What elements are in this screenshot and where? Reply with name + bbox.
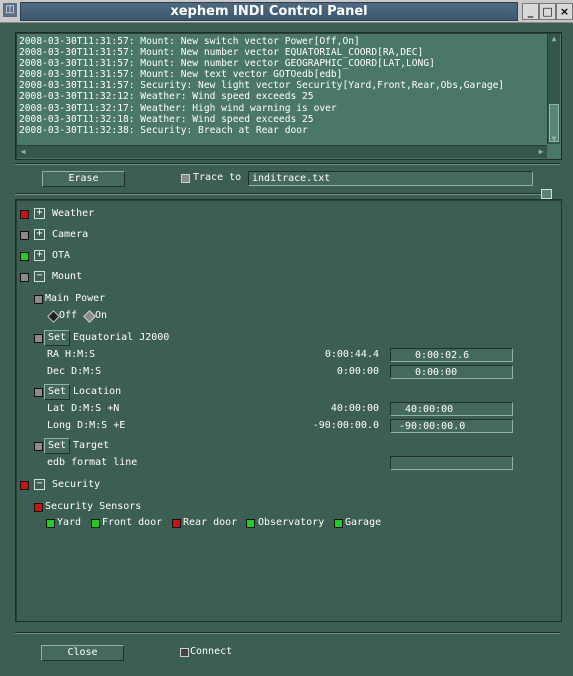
erase-button[interactable]: Erase [42, 171, 125, 187]
dec-current-value: 0:00:00 [336, 366, 379, 377]
ra-input[interactable]: 0:00:02.6 [390, 348, 513, 362]
garage-label: Garage [345, 517, 382, 528]
camera-status-led [20, 231, 29, 240]
lat-label: Lat D:M:S +N [47, 403, 120, 414]
log-line: 2008-03-30T11:31:57: Security: New light… [19, 80, 505, 92]
long-current-value: -90:00:00.0 [312, 420, 379, 431]
separator [15, 163, 560, 165]
power-off-label: Off [59, 310, 78, 321]
window-title: xephem INDI Control Panel [170, 4, 368, 19]
long-label: Long D:M:S +E [47, 420, 126, 431]
ra-current-value: 0:00:44.4 [324, 349, 379, 360]
device-mount-label: Mount [52, 271, 83, 282]
scroll-left-icon[interactable]: ◀ [18, 147, 28, 157]
camera-expand-icon[interactable]: + [34, 229, 45, 240]
scroll-right-icon[interactable]: ▶ [536, 147, 546, 157]
dec-input[interactable]: 0:00:00 [390, 365, 513, 379]
sensors-status-led [34, 503, 43, 512]
dec-label: Dec D:M:S [47, 366, 102, 377]
mount-collapse-icon[interactable]: − [34, 271, 45, 282]
pane-sash-handle[interactable] [541, 189, 552, 199]
log-line: 2008-03-30T11:31:57: Mount: New text vec… [19, 69, 343, 81]
log-lines: 2008-03-30T11:31:57: Mount: New switch v… [19, 36, 544, 140]
rear-door-label: Rear door [183, 517, 238, 528]
security-status-led [20, 481, 29, 490]
close-button[interactable]: Close [41, 645, 124, 661]
location-label: Location [73, 386, 122, 397]
scroll-down-icon[interactable]: ▼ [549, 134, 559, 144]
log-vertical-scrollbar[interactable]: ▲ ▼ [547, 34, 560, 144]
long-input[interactable]: -90:00:00.0 [390, 419, 513, 433]
connect-checkbox[interactable] [180, 648, 189, 657]
title-area[interactable]: xephem INDI Control Panel [20, 2, 518, 21]
separator [15, 632, 560, 634]
separator [15, 193, 545, 195]
lat-input[interactable]: 40:00:00 [390, 402, 513, 416]
observatory-light [246, 519, 255, 528]
edb-label: edb format line [47, 457, 138, 468]
security-collapse-icon[interactable]: − [34, 479, 45, 490]
trace-label: Trace to [193, 172, 242, 183]
device-weather-label: Weather [52, 208, 95, 219]
log-line: 2008-03-30T11:31:57: Mount: New number v… [19, 47, 424, 59]
security-sensors-label: Security Sensors [45, 501, 142, 512]
device-camera-label: Camera [52, 229, 89, 240]
weather-status-led [20, 210, 29, 219]
mount-status-led [20, 273, 29, 282]
connect-label: Connect [190, 646, 233, 657]
close-window-button[interactable]: × [556, 3, 573, 20]
location-status-led [34, 388, 43, 397]
target-status-led [34, 442, 43, 451]
rear-door-light [172, 519, 181, 528]
trace-checkbox[interactable] [181, 174, 190, 183]
equatorial-label: Equatorial J2000 [73, 332, 170, 343]
message-log[interactable]: 2008-03-30T11:31:57: Mount: New switch v… [15, 32, 562, 160]
log-line: 2008-03-30T11:31:57: Mount: New switch v… [19, 36, 360, 47]
window-menu-button[interactable]: ◫ [3, 3, 17, 17]
trace-file-input[interactable]: inditrace.txt [248, 171, 533, 186]
ota-status-led [20, 252, 29, 261]
front-door-label: Front door [102, 517, 163, 528]
power-on-label: On [95, 310, 108, 321]
ota-expand-icon[interactable]: + [34, 250, 45, 261]
lat-current-value: 40:00:00 [330, 403, 379, 414]
log-horizontal-scrollbar[interactable]: ◀ ▶ [17, 145, 547, 158]
observatory-label: Observatory [258, 517, 325, 528]
log-line: 2008-03-30T11:31:57: Mount: New number v… [19, 58, 435, 70]
weather-expand-icon[interactable]: + [34, 208, 45, 219]
log-line: 2008-03-30T11:32:12: Weather: Wind speed… [19, 91, 314, 103]
window-titlebar[interactable]: ◫ xephem INDI Control Panel _ □ × [0, 0, 573, 23]
device-ota-label: OTA [52, 250, 71, 261]
garage-light [334, 519, 343, 528]
power-status-led [34, 295, 43, 304]
log-line: 2008-03-30T11:32:17: Weather: High wind … [19, 102, 337, 114]
front-door-light [91, 519, 100, 528]
log-line: 2008-03-30T11:32:18: Weather: Wind speed… [19, 113, 314, 125]
maximize-button[interactable]: □ [539, 3, 556, 20]
device-security-label: Security [52, 479, 101, 490]
power-label: Main Power [45, 293, 106, 304]
location-set-button[interactable]: Set [44, 384, 70, 400]
target-set-button[interactable]: Set [44, 438, 70, 454]
ra-label: RA H:M:S [47, 349, 96, 360]
scroll-up-icon[interactable]: ▲ [549, 34, 559, 44]
equatorial-set-button[interactable]: Set [44, 330, 70, 346]
edb-input[interactable] [390, 456, 513, 470]
target-label: Target [73, 440, 110, 451]
minimize-button[interactable]: _ [522, 3, 539, 20]
log-line: 2008-03-30T11:32:38: Security: Breach at… [19, 124, 308, 136]
yard-light [46, 519, 55, 528]
equatorial-status-led [34, 334, 43, 343]
yard-label: Yard [57, 517, 82, 528]
